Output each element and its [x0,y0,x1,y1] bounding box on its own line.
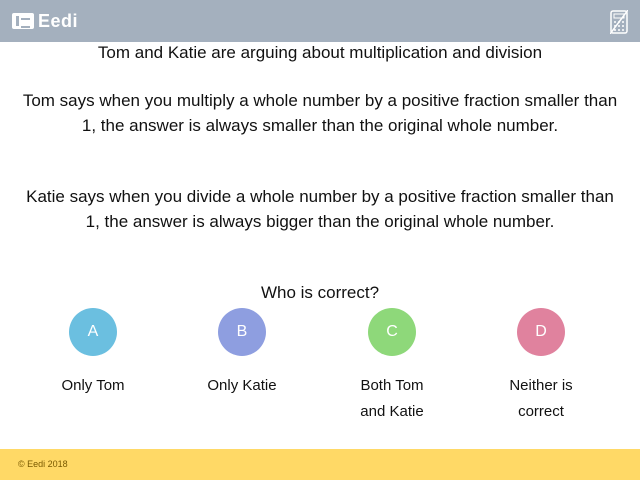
option-text-c: Both Tom and Katie [360,377,424,420]
option-letter-d[interactable]: D [517,308,565,356]
option-text-a: Only Tom [61,377,125,394]
tom-statement: Tom says when you multiply a whole numbe… [22,91,618,135]
footer-bar: © Eedi 2018 [0,449,640,480]
question-title: Tom and Katie are arguing about multipli… [97,43,543,62]
answer-option-c[interactable]: C Both Tom and Katie [342,308,442,425]
copyright-text: © Eedi 2018 [18,459,68,469]
eedi-logo-icon [12,13,34,29]
top-bar: Eedi [0,0,640,42]
answer-option-d[interactable]: D Neither is correct [491,308,591,425]
brand-name: Eedi [38,10,79,31]
question-prompt: Who is correct? [260,283,380,302]
eedi-logo: Eedi [12,11,78,31]
option-text-d: Neither is correct [509,377,573,420]
calculator-off-icon[interactable] [610,10,628,34]
option-letter-c[interactable]: C [368,308,416,356]
answer-option-b[interactable]: B Only Katie [192,308,292,399]
option-letter-a[interactable]: A [69,308,117,356]
option-text-b: Only Katie [207,377,277,394]
answer-option-a[interactable]: A Only Tom [43,308,143,399]
katie-statement: Katie says when you divide a whole numbe… [26,187,614,231]
option-letter-b[interactable]: B [218,308,266,356]
